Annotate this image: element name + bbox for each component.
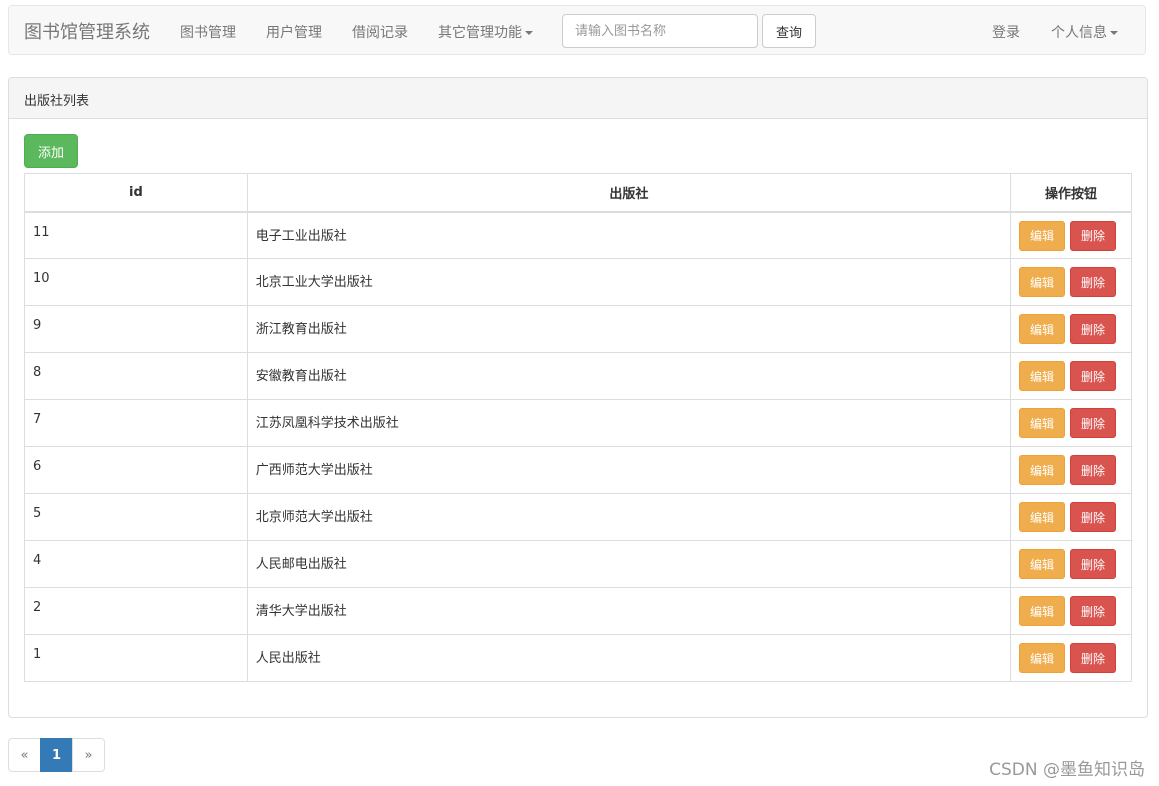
edit-button[interactable]: 编辑 xyxy=(1019,314,1066,344)
table-row: 11 电子工业出版社 编辑 删除 xyxy=(24,211,1132,259)
cell-actions: 编辑 删除 xyxy=(1010,540,1132,588)
panel-title: 出版社列表 xyxy=(9,78,1147,119)
watermark: CSDN @墨鱼知识岛 xyxy=(989,760,1145,780)
cell-publisher-name: 江苏凤凰科学技术出版社 xyxy=(246,399,1012,447)
cell-actions: 编辑 删除 xyxy=(1010,634,1132,682)
publisher-table: id 出版社 操作按钮 11 电子工业出版社 编辑 删除 10 北京工业大学出版社 编辑 删除… xyxy=(24,173,1132,682)
cell-publisher-name: 人民邮电出版社 xyxy=(246,540,1012,588)
cell-id: 8 xyxy=(24,352,248,400)
pagination: « 1 » xyxy=(8,738,105,772)
table-row: 5 北京师范大学出版社 编辑 删除 xyxy=(24,493,1132,541)
nav-item-other-functions-label: 其它管理功能 xyxy=(438,25,522,41)
delete-button[interactable]: 删除 xyxy=(1070,502,1117,532)
delete-button[interactable]: 删除 xyxy=(1070,408,1117,438)
cell-actions: 编辑 删除 xyxy=(1010,352,1132,400)
cell-id: 7 xyxy=(24,399,248,447)
delete-button[interactable]: 删除 xyxy=(1070,267,1117,297)
table-body: 11 电子工业出版社 编辑 删除 10 北京工业大学出版社 编辑 删除 9 浙江教育出版社 编辑 删除… xyxy=(24,211,1132,682)
nav-item-user-management[interactable]: 用户管理 xyxy=(266,22,322,42)
cell-id: 9 xyxy=(24,305,248,353)
cell-actions: 编辑 删除 xyxy=(1010,305,1132,353)
edit-button[interactable]: 编辑 xyxy=(1019,502,1066,532)
cell-publisher-name: 电子工业出版社 xyxy=(246,211,1012,259)
delete-button[interactable]: 删除 xyxy=(1070,549,1117,579)
edit-button[interactable]: 编辑 xyxy=(1019,455,1066,485)
cell-publisher-name: 浙江教育出版社 xyxy=(246,305,1012,353)
cell-id: 10 xyxy=(24,258,248,306)
cell-id: 5 xyxy=(24,493,248,541)
cell-id: 1 xyxy=(24,634,248,682)
caret-down-icon xyxy=(525,31,533,35)
edit-button[interactable]: 编辑 xyxy=(1019,220,1066,251)
table-row: 6 广西师范大学出版社 编辑 删除 xyxy=(24,446,1132,494)
table-row: 7 江苏凤凰科学技术出版社 编辑 删除 xyxy=(24,399,1132,447)
pagination-next-button[interactable]: » xyxy=(72,738,105,772)
search-button[interactable]: 查询 xyxy=(762,14,816,48)
cell-publisher-name: 北京工业大学出版社 xyxy=(246,258,1012,306)
nav-item-borrow-records[interactable]: 借阅记录 xyxy=(352,22,408,42)
table-row: 1 人民出版社 编辑 删除 xyxy=(24,634,1132,682)
pagination-prev-button[interactable]: « xyxy=(8,738,41,772)
table-row: 9 浙江教育出版社 编辑 删除 xyxy=(24,305,1132,353)
table-header-row: id 出版社 操作按钮 xyxy=(24,173,1132,213)
navbar: 图书馆管理系统 图书管理 用户管理 借阅记录 其它管理功能 查询 登录 个人信息 xyxy=(8,5,1146,55)
cell-actions: 编辑 删除 xyxy=(1010,493,1132,541)
delete-button[interactable]: 删除 xyxy=(1070,596,1117,626)
delete-button[interactable]: 删除 xyxy=(1070,220,1117,251)
cell-actions: 编辑 删除 xyxy=(1010,446,1132,494)
pagination-current-page[interactable]: 1 xyxy=(40,738,73,772)
cell-id: 2 xyxy=(24,587,248,635)
column-header-actions: 操作按钮 xyxy=(1010,173,1132,213)
column-header-id: id xyxy=(24,173,248,213)
add-button[interactable]: 添加 xyxy=(24,134,78,168)
edit-button[interactable]: 编辑 xyxy=(1019,361,1066,391)
table-row: 10 北京工业大学出版社 编辑 删除 xyxy=(24,258,1132,306)
caret-down-icon xyxy=(1110,31,1118,35)
cell-actions: 编辑 删除 xyxy=(1010,587,1132,635)
cell-actions: 编辑 删除 xyxy=(1010,211,1132,259)
cell-publisher-name: 清华大学出版社 xyxy=(246,587,1012,635)
nav-item-book-management[interactable]: 图书管理 xyxy=(180,22,236,42)
cell-id: 4 xyxy=(24,540,248,588)
delete-button[interactable]: 删除 xyxy=(1070,361,1117,391)
search-input[interactable] xyxy=(562,14,758,48)
delete-button[interactable]: 删除 xyxy=(1070,455,1117,485)
column-header-publisher: 出版社 xyxy=(246,173,1012,213)
navbar-brand[interactable]: 图书馆管理系统 xyxy=(24,18,150,44)
edit-button[interactable]: 编辑 xyxy=(1019,643,1066,673)
delete-button[interactable]: 删除 xyxy=(1070,643,1117,673)
cell-publisher-name: 广西师范大学出版社 xyxy=(246,446,1012,494)
edit-button[interactable]: 编辑 xyxy=(1019,267,1066,297)
table-row: 2 清华大学出版社 编辑 删除 xyxy=(24,587,1132,635)
nav-item-login[interactable]: 登录 xyxy=(992,22,1020,42)
cell-actions: 编辑 删除 xyxy=(1010,258,1132,306)
nav-item-other-functions-dropdown[interactable]: 其它管理功能 xyxy=(438,22,533,42)
publisher-panel: 出版社列表 添加 id 出版社 操作按钮 11 电子工业出版社 编辑 删除 10 北京工业… xyxy=(8,77,1148,718)
edit-button[interactable]: 编辑 xyxy=(1019,549,1066,579)
cell-id: 11 xyxy=(24,211,248,259)
delete-button[interactable]: 删除 xyxy=(1070,314,1117,344)
cell-actions: 编辑 删除 xyxy=(1010,399,1132,447)
nav-item-profile-label: 个人信息 xyxy=(1051,25,1107,41)
edit-button[interactable]: 编辑 xyxy=(1019,596,1066,626)
nav-item-profile-dropdown[interactable]: 个人信息 xyxy=(1051,22,1118,42)
table-row: 8 安徽教育出版社 编辑 删除 xyxy=(24,352,1132,400)
table-row: 4 人民邮电出版社 编辑 删除 xyxy=(24,540,1132,588)
cell-publisher-name: 北京师范大学出版社 xyxy=(246,493,1012,541)
edit-button[interactable]: 编辑 xyxy=(1019,408,1066,438)
cell-publisher-name: 人民出版社 xyxy=(246,634,1012,682)
cell-id: 6 xyxy=(24,446,248,494)
cell-publisher-name: 安徽教育出版社 xyxy=(246,352,1012,400)
